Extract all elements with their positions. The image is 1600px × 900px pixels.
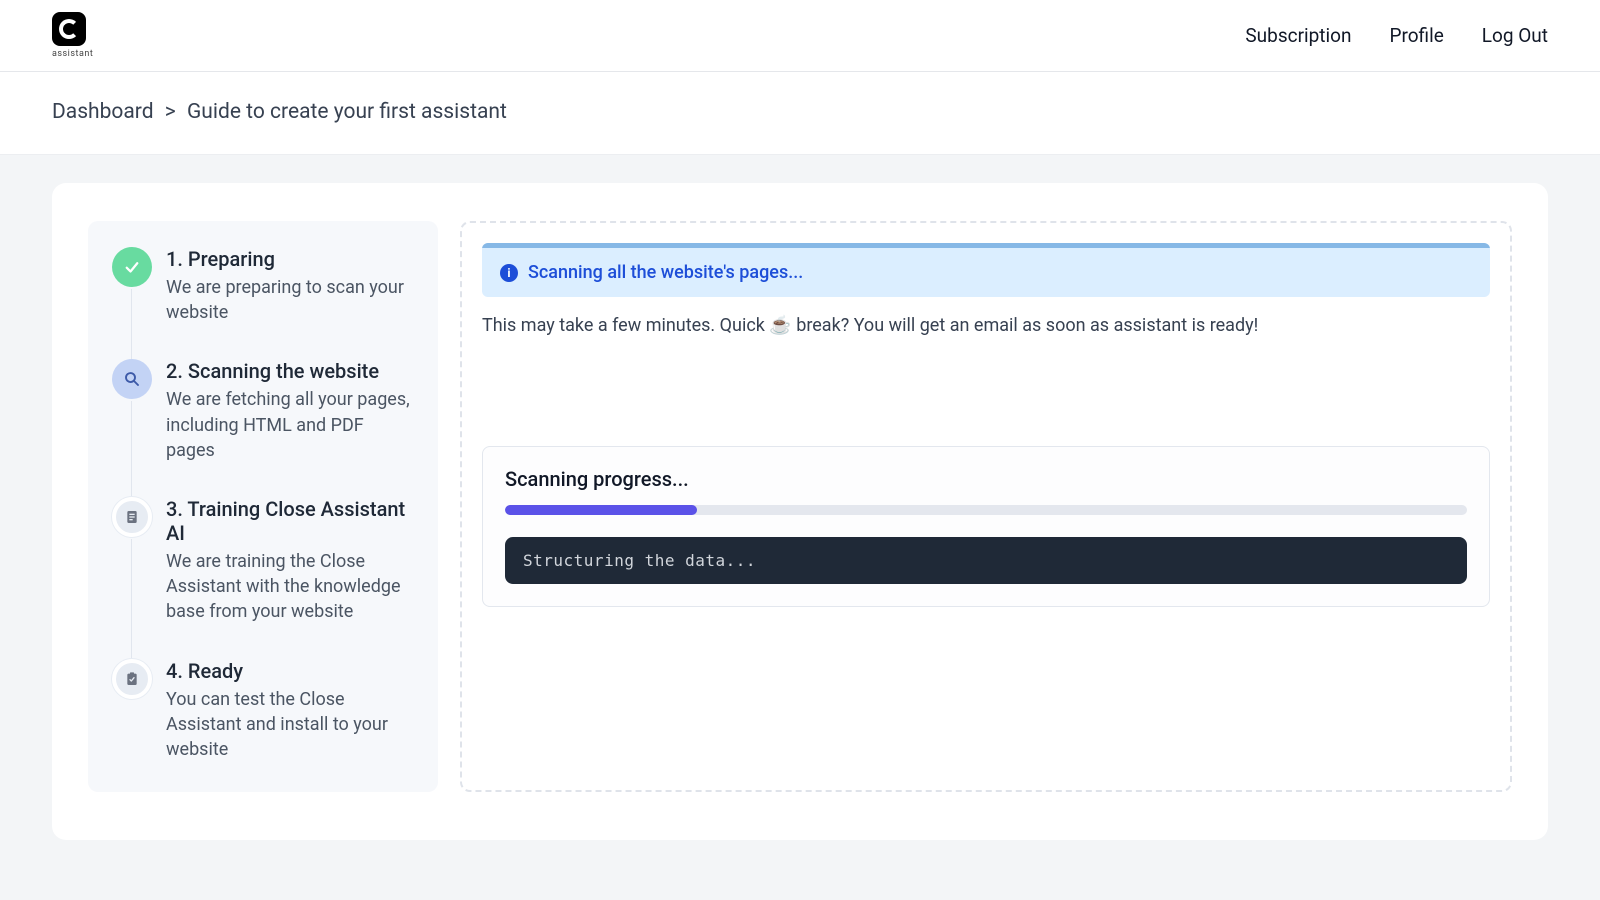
main-card: 1. Preparing We are preparing to scan yo… bbox=[52, 183, 1548, 840]
step-desc: You can test the Close Assistant and ins… bbox=[166, 687, 414, 763]
progress-section: Scanning progress... Structuring the dat… bbox=[482, 446, 1490, 607]
step-desc: We are training the Close Assistant with… bbox=[166, 549, 414, 625]
breadcrumb: Dashboard > Guide to create your first a… bbox=[0, 72, 1600, 155]
nav-subscription[interactable]: Subscription bbox=[1245, 24, 1351, 47]
step-desc: We are fetching all your pages, includin… bbox=[166, 387, 414, 463]
nav-profile[interactable]: Profile bbox=[1389, 24, 1443, 47]
logo-icon bbox=[52, 12, 86, 46]
step-title: 3. Training Close Assistant AI bbox=[166, 497, 414, 545]
step-title: 2. Scanning the website bbox=[166, 359, 414, 383]
step-ready: 4. Ready You can test the Close Assistan… bbox=[112, 659, 414, 763]
info-banner: i Scanning all the website's pages... bbox=[482, 243, 1490, 297]
search-icon bbox=[112, 359, 152, 399]
step-title: 1. Preparing bbox=[166, 247, 414, 271]
progress-bar bbox=[505, 505, 1467, 515]
info-icon: i bbox=[500, 264, 518, 282]
step-scanning: 2. Scanning the website We are fetching … bbox=[112, 359, 414, 463]
step-title: 4. Ready bbox=[166, 659, 414, 683]
step-training: 3. Training Close Assistant AI We are tr… bbox=[112, 497, 414, 625]
nav-logout[interactable]: Log Out bbox=[1482, 24, 1548, 47]
clipboard-check-icon bbox=[112, 659, 152, 699]
breadcrumb-current: Guide to create your first assistant bbox=[187, 100, 507, 124]
nav-links: Subscription Profile Log Out bbox=[1245, 24, 1548, 47]
step-preparing: 1. Preparing We are preparing to scan yo… bbox=[112, 247, 414, 325]
step-desc: We are preparing to scan your website bbox=[166, 275, 414, 325]
page-body: 1. Preparing We are preparing to scan yo… bbox=[0, 155, 1600, 900]
topbar: assistant Subscription Profile Log Out bbox=[0, 0, 1600, 72]
progress-bar-fill bbox=[505, 505, 697, 515]
breadcrumb-sep: > bbox=[165, 100, 176, 124]
document-icon bbox=[112, 497, 152, 537]
check-icon bbox=[112, 247, 152, 287]
content-panel: i Scanning all the website's pages... Th… bbox=[460, 221, 1512, 792]
logo-block[interactable]: assistant bbox=[52, 12, 93, 59]
note-text: This may take a few minutes. Quick ☕ bre… bbox=[482, 315, 1490, 336]
breadcrumb-root[interactable]: Dashboard bbox=[52, 100, 154, 124]
logo-caption: assistant bbox=[52, 49, 93, 59]
console-output: Structuring the data... bbox=[505, 537, 1467, 584]
banner-text: Scanning all the website's pages... bbox=[528, 262, 803, 283]
progress-label: Scanning progress... bbox=[505, 467, 1467, 491]
steps-sidebar: 1. Preparing We are preparing to scan yo… bbox=[88, 221, 438, 792]
